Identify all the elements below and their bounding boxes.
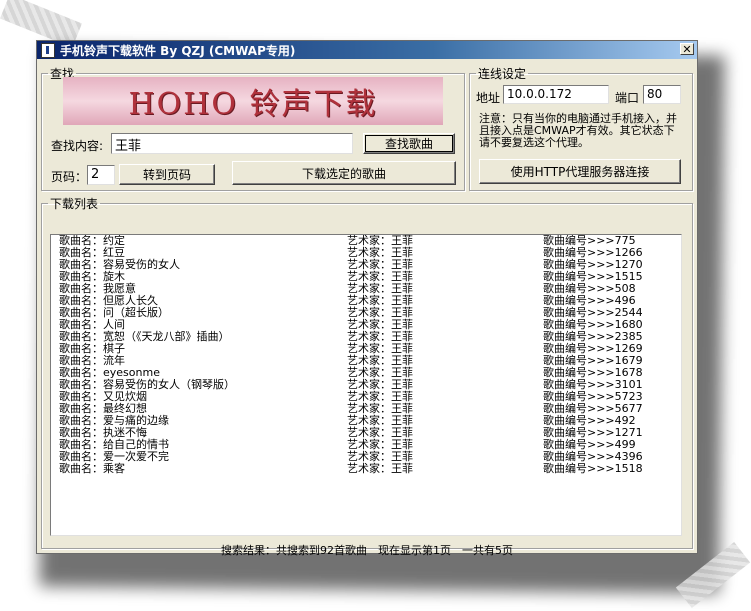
banner-image: HOHO 铃声下载 xyxy=(63,77,443,125)
query-label: 查找内容: xyxy=(51,139,104,153)
artist-name: 艺术家：王菲 xyxy=(347,462,413,475)
song-name: 歌曲名：乘客 xyxy=(59,462,125,475)
address-label: 地址 xyxy=(476,91,501,105)
address-input[interactable]: 10.0.0.172 xyxy=(503,85,609,104)
goto-page-button[interactable]: 转到页码 xyxy=(119,164,215,185)
port-input[interactable]: 80 xyxy=(643,85,681,104)
proxy-note-line: 请不要复选这个代理。 xyxy=(479,136,589,149)
search-status: 搜索结果：共搜索到92首歌曲 现在显示第1页 一共有5页 xyxy=(221,544,513,557)
page-label: 页码： xyxy=(51,170,88,184)
song-rows: 歌曲名：约定 艺术家：王菲 歌曲编号>>>775 歌曲名：红豆 艺术家：王菲 歌曲编号>>… xyxy=(51,235,681,475)
close-button[interactable]: ✕ xyxy=(680,43,694,55)
connection-group-title: 连线设定 xyxy=(478,67,527,81)
app-window: 手机铃声下载软件 By QZJ (CMWAP专用) ✕ 查找 HOHO 铃声下载… xyxy=(36,40,698,557)
app-icon xyxy=(41,42,55,58)
query-input[interactable]: 王菲 xyxy=(111,133,353,154)
download-list-title: 下载列表 xyxy=(50,197,99,211)
proxy-note: 注意：只有当你的电脑通过手机接入，并 且接入点是CMWAP才有效。其它状态下 请… xyxy=(479,113,677,149)
page-input[interactable]: 2 xyxy=(87,165,115,185)
song-listbox[interactable]: 歌曲名：约定 艺术家：王菲 歌曲编号>>>775 歌曲名：红豆 艺术家：王菲 歌曲编号>>… xyxy=(50,234,682,536)
http-proxy-button[interactable]: 使用HTTP代理服务器连接 xyxy=(479,159,681,184)
window-title: 手机铃声下载软件 By QZJ (CMWAP专用) xyxy=(60,43,296,58)
download-selected-button[interactable]: 下载选定的歌曲 xyxy=(232,161,456,185)
song-id: 歌曲编号>>>1518 xyxy=(543,462,643,475)
list-item[interactable]: 歌曲名：乘客 艺术家：王菲 歌曲编号>>>1518 xyxy=(51,463,681,475)
search-button[interactable]: 查找歌曲 xyxy=(363,133,455,154)
port-label: 端口 xyxy=(615,91,640,105)
title-bar[interactable]: 手机铃声下载软件 By QZJ (CMWAP专用) ✕ xyxy=(37,41,697,59)
download-list-group: 下载列表 歌曲名：约定 艺术家：王菲 歌曲编号>>>775 歌曲名：红豆 艺术家：王菲歌… xyxy=(41,195,693,557)
